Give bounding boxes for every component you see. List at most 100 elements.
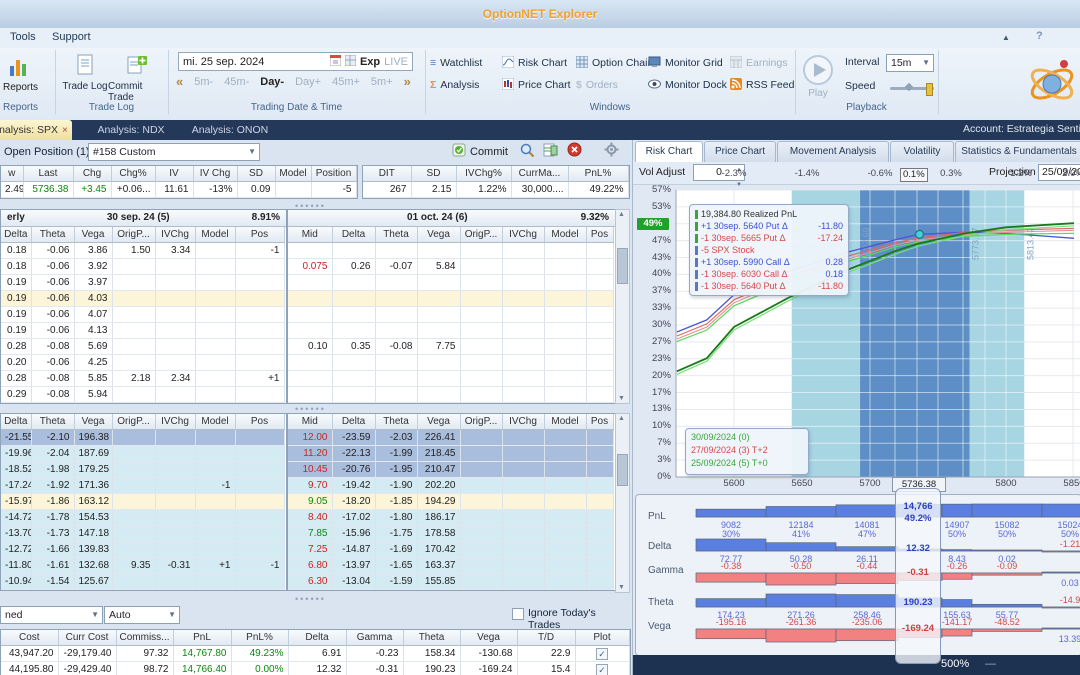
nav-day-minus[interactable]: Day- [260,76,284,88]
table-row[interactable]: -19.96 -2.04 187.69 [1,445,285,462]
tab-analysis-onon[interactable]: Analysis: ONON [182,120,278,140]
table-row[interactable]: 2.49 5736.38 +3.45 +0.06... 11.61 -13% 0.09 -5 [1,181,357,198]
chain-scrollbar[interactable]: ▲ ▼ [615,413,630,593]
plot-checkbox[interactable]: ✓ [596,647,608,660]
orders-button[interactable]: $ Orders [576,76,618,94]
tab-movement-analysis[interactable]: Movement Analysis [777,141,889,162]
table-row[interactable]: -11.80 -1.61 132.68 9.35 -0.31 +1 -1 [1,557,285,574]
table-row[interactable]: 44,195.80 -29,429.40 98.72 14,766.40 0.00% 12… [1,661,630,675]
table-row[interactable]: 0.28 -0.08 5.69 [1,338,285,355]
export-grid-icon[interactable] [543,143,558,160]
watchlist-button[interactable]: ≡ Watchlist [430,54,482,72]
nav-prev-icon[interactable]: « [176,74,183,89]
table-row[interactable]: -14.72 -1.78 154.53 [1,509,285,526]
exp-grid-icon[interactable] [344,54,357,69]
table-row[interactable]: 0.28 -0.08 5.85 2.18 2.34 +1 [1,370,285,387]
table-row[interactable]: 6.30 -13.04 -1.59 155.85 [288,573,614,590]
nav-5m-plus[interactable]: 5m+ [371,76,393,88]
tab-analysis-spx[interactable]: Analysis: SPX× [0,120,72,140]
strategy-select[interactable]: #158 Custom ▼ [88,143,260,161]
table-row[interactable]: 0.18 -0.06 3.86 1.50 3.34 -1 [1,242,285,259]
commit-button[interactable]: Commit [452,143,508,160]
table-row[interactable]: 43,947.20 -29,179.40 97.32 14,767.80 49.23% 6… [1,645,630,662]
table-row[interactable]: -12.72 -1.66 139.83 [1,541,285,558]
table-row[interactable]: 9.05 -18.20 -1.85 194.29 [288,493,614,510]
table-row[interactable]: 7.25 -14.87 -1.69 170.42 [288,541,614,558]
scroll-up-icon[interactable]: ▲ [618,211,625,218]
table-row[interactable]: 9.70 -19.42 -1.90 202.20 [288,477,614,494]
option-chain-button[interactable]: Option Chain [575,54,653,72]
splitter-handle[interactable]: •••••• [295,405,326,414]
nav-next-icon[interactable]: » [404,74,411,89]
monitor-grid-button[interactable]: Monitor Grid [648,54,723,72]
tab-analysis-ndx[interactable]: Analysis: NDX [88,120,174,140]
table-row[interactable]: -21.55 -2.10 196.38 [1,429,285,446]
close-position-icon[interactable] [567,142,582,160]
play-button[interactable] [802,54,834,89]
table-row[interactable]: 6.80 -13.97 -1.65 163.37 [288,557,614,574]
scroll-down-icon[interactable]: ▼ [618,395,625,402]
ignore-trades-checkbox[interactable] [512,608,524,620]
monitor-dock-button[interactable]: Monitor Dock [648,76,727,94]
table-row[interactable]: 10.45 -20.76 -1.95 210.47 [288,461,614,478]
nav-5m-minus[interactable]: 5m- [194,76,213,88]
tab-volatility[interactable]: Volatility [890,141,954,162]
table-row[interactable] [288,322,614,339]
scroll-up-icon[interactable]: ▲ [618,415,625,422]
table-row[interactable]: 8.40 -17.02 -1.80 186.17 [288,509,614,526]
table-row[interactable]: -15.97 -1.86 163.12 [1,493,285,510]
rss-feed-button[interactable]: RSS Feed [730,76,794,94]
table-row[interactable] [288,370,614,387]
chain-scrollbar[interactable]: ▲ ▼ [615,209,630,404]
table-row[interactable]: 0.19 -0.06 3.97 [1,274,285,291]
zoom-slider-icon[interactable]: — [985,658,996,670]
grouping-select[interactable]: Auto ▼ [104,606,180,624]
scrollbar-thumb[interactable] [617,248,628,284]
view-mode-select[interactable]: ned ▼ [0,606,103,624]
nav-day-plus[interactable]: Day+ [295,76,321,88]
table-row[interactable]: -17.24 -1.92 171.36 -1 [1,477,285,494]
reports-button[interactable]: Reports [0,82,55,93]
settings-gear-icon[interactable] [604,142,619,160]
table-row[interactable]: 0.20 -0.06 4.25 [1,354,285,371]
table-row[interactable]: -10.94 -1.54 125.67 [1,573,285,590]
help-icon[interactable]: ? [1036,30,1043,42]
table-row[interactable] [288,242,614,259]
table-row[interactable]: 12.00 -23.59 -2.03 226.41 [288,429,614,446]
menu-tools[interactable]: Tools [10,31,36,43]
table-row[interactable] [288,354,614,371]
table-row[interactable]: 0.18 -0.06 3.92 [1,258,285,275]
tab-statistics-fundamentals[interactable]: Statistics & Fundamentals [955,141,1080,162]
table-row[interactable] [288,274,614,291]
calendar-icon[interactable] [329,54,342,69]
table-row[interactable]: 7.85 -15.96 -1.75 178.58 [288,525,614,542]
menu-support[interactable]: Support [52,31,91,43]
commit-trade-button[interactable]: Commit Trade [108,54,166,103]
table-row[interactable]: 0.19 -0.06 4.07 [1,306,285,323]
collapse-ribbon-icon[interactable]: ▲ [1002,33,1010,42]
analysis-button[interactable]: Σ Analysis [430,76,479,94]
speed-slider-handle[interactable] [926,83,933,96]
table-row[interactable] [288,386,614,403]
table-row[interactable] [288,306,614,323]
interval-select[interactable]: 15m ▼ [886,54,934,72]
table-row[interactable]: 267 2.15 1.22% 30,000.... 49.22% [363,181,629,198]
tab-risk-chart[interactable]: Risk Chart [635,141,703,163]
table-row[interactable]: 0.075 0.26 -0.07 5.84 [288,258,614,275]
trade-log-button[interactable]: Trade Log [62,54,108,92]
table-row[interactable]: -13.70 -1.73 147.18 [1,525,285,542]
table-row[interactable]: 0.10 0.35 -0.08 7.75 [288,338,614,355]
table-row[interactable]: 0.29 -0.08 5.94 [1,386,285,403]
table-row[interactable]: 11.20 -22.13 -1.99 218.45 [288,445,614,462]
plot-checkbox[interactable]: ✓ [596,663,608,675]
scroll-down-icon[interactable]: ▼ [618,584,625,591]
scrollbar-thumb[interactable] [617,454,628,486]
table-row[interactable]: 0.19 -0.06 4.03 [1,290,285,307]
splitter-handle[interactable]: •••••• [295,595,326,604]
tab-close-icon[interactable]: × [62,125,68,136]
table-row[interactable]: -18.52 -1.98 179.25 [1,461,285,478]
risk-chart-button[interactable]: Risk Chart [501,54,567,72]
trading-date-input[interactable]: mi. 25 sep. 2024 Exp LIVE [178,52,413,71]
tab-price-chart[interactable]: Price Chart [704,141,776,162]
table-row[interactable] [288,290,614,307]
